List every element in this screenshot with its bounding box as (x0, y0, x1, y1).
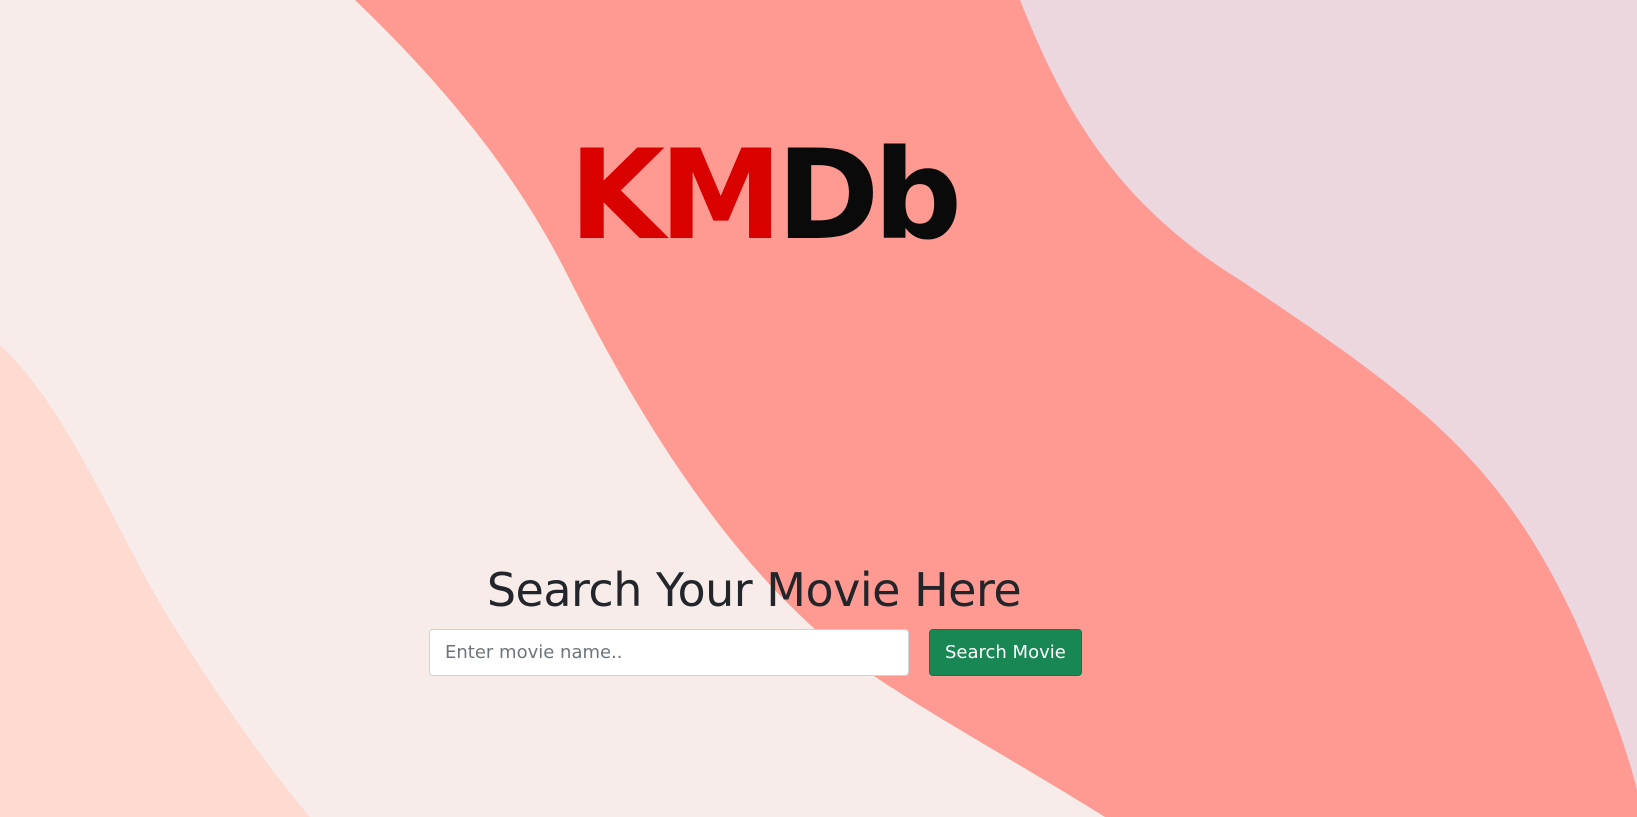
movie-search-input[interactable] (429, 629, 909, 676)
wavy-background (0, 0, 1637, 817)
search-form: Search Movie (429, 629, 1082, 676)
search-heading: Search Your Movie Here (486, 563, 1022, 617)
logo-black-part: Db (776, 124, 962, 268)
site-logo: KMDb (569, 134, 962, 258)
search-movie-button[interactable]: Search Movie (929, 629, 1082, 676)
logo-red-part: KM (569, 124, 782, 268)
